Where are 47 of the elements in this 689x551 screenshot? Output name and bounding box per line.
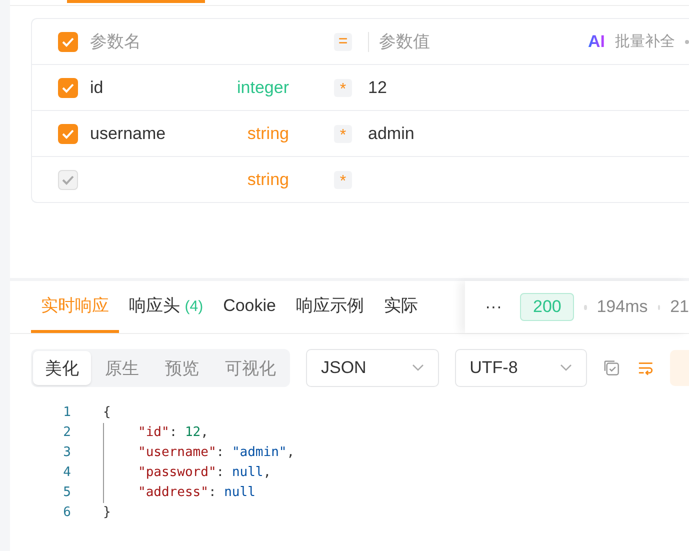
wrap-icon[interactable] bbox=[636, 360, 654, 376]
check-icon bbox=[62, 128, 74, 138]
code-line: } bbox=[103, 504, 111, 522]
line-number: 4 bbox=[62, 464, 71, 482]
code-line: "id": 12, bbox=[138, 424, 208, 442]
encoding-select[interactable]: UTF-8 bbox=[454, 349, 588, 387]
code-line: "address": null bbox=[138, 484, 256, 502]
equals-icon: = bbox=[334, 32, 352, 50]
line-number: 1 bbox=[62, 404, 71, 422]
checkbox[interactable] bbox=[58, 124, 78, 144]
required-mark: * bbox=[334, 170, 352, 188]
check-icon bbox=[62, 82, 74, 92]
check-icon bbox=[62, 36, 74, 46]
response-tab[interactable]: Cookie bbox=[213, 281, 286, 333]
column-header: 参数值 bbox=[379, 31, 430, 53]
line-number: 3 bbox=[62, 444, 71, 462]
line-number: 2 bbox=[62, 424, 71, 442]
copy-icon[interactable] bbox=[603, 359, 621, 377]
column-header: 参数名 bbox=[90, 31, 142, 53]
response-time: 194ms bbox=[596, 297, 648, 317]
code-line: "username": "admin", bbox=[138, 444, 295, 462]
line-number: 5 bbox=[62, 484, 71, 502]
param-name[interactable]: username bbox=[90, 124, 201, 144]
param-type: string bbox=[246, 124, 289, 144]
status-badge: 200 bbox=[520, 293, 574, 321]
response-tab[interactable]: 实际 bbox=[374, 281, 428, 333]
param-type: integer bbox=[236, 78, 289, 98]
checkbox[interactable] bbox=[58, 32, 78, 52]
response-tab[interactable]: 响应头 (4) bbox=[119, 281, 214, 333]
required-mark: * bbox=[334, 78, 352, 96]
required-mark: * bbox=[334, 124, 352, 142]
check-icon bbox=[62, 174, 74, 184]
view-option[interactable]: 美化 bbox=[33, 351, 91, 385]
more-button[interactable]: ··· bbox=[485, 297, 502, 317]
param-name[interactable]: id bbox=[90, 78, 201, 98]
checkbox[interactable] bbox=[58, 78, 78, 98]
param-value[interactable]: 12 bbox=[368, 78, 689, 98]
param-value[interactable]: admin bbox=[368, 124, 689, 144]
chevron-down-icon bbox=[412, 364, 424, 372]
response-tab[interactable]: 响应示例 bbox=[286, 281, 374, 333]
code-line: "password": null, bbox=[138, 464, 272, 482]
param-type: string bbox=[246, 170, 289, 190]
response-size: 21 bbox=[670, 297, 689, 317]
line-number: 6 bbox=[62, 504, 71, 522]
code-line: { bbox=[103, 404, 111, 422]
chevron-down-icon bbox=[560, 364, 572, 372]
format-select[interactable]: JSON bbox=[306, 349, 439, 387]
